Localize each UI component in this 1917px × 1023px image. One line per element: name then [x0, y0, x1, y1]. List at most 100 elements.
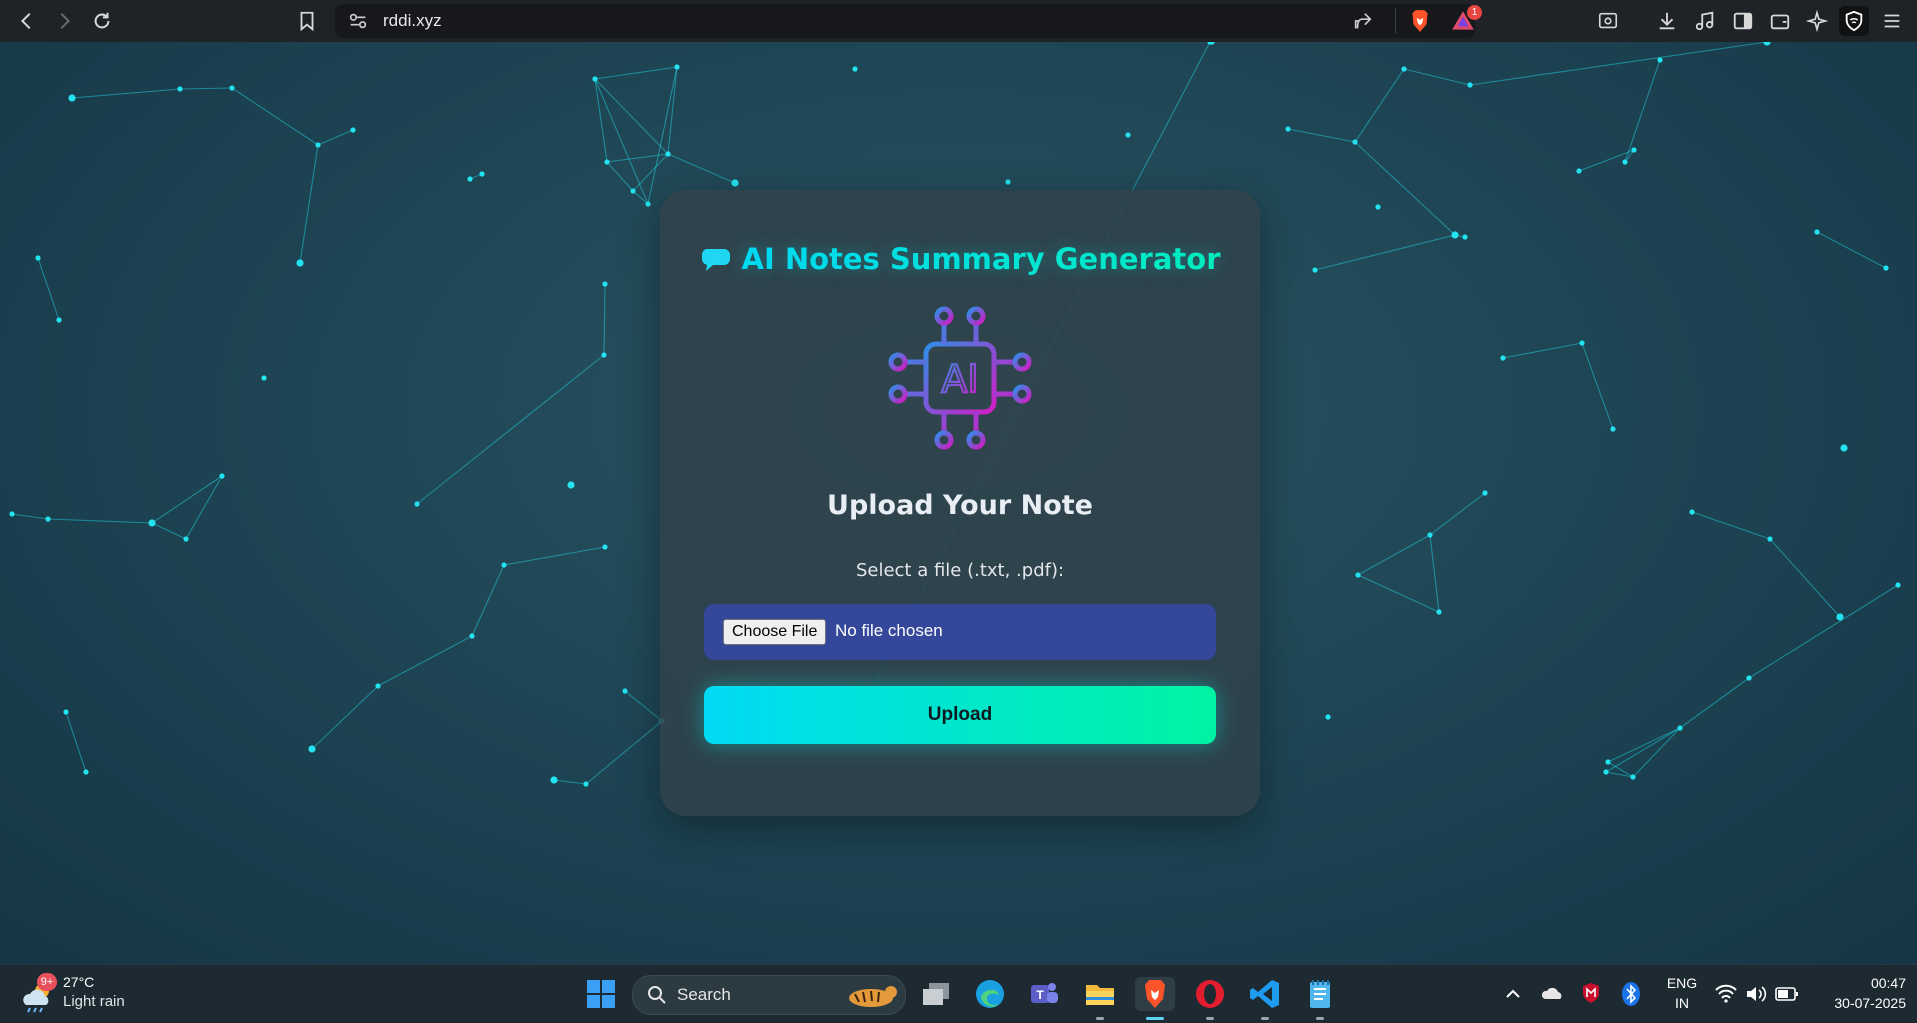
- network-link: [1469, 42, 1768, 86]
- bluetooth-icon: [1622, 982, 1640, 1006]
- vpn-button[interactable]: [1839, 6, 1869, 36]
- network-link: [1287, 128, 1356, 143]
- folder-icon: [1086, 985, 1114, 1005]
- bookmark-button[interactable]: [292, 6, 322, 36]
- leo-ai-button[interactable]: [1802, 6, 1832, 36]
- network-link: [231, 87, 319, 146]
- network-link: [667, 66, 678, 155]
- url-text[interactable]: rddi.xyz: [383, 11, 442, 31]
- mcafee-tray[interactable]: [1580, 977, 1602, 1011]
- back-button[interactable]: [12, 6, 42, 36]
- network-link: [503, 546, 606, 566]
- brave-shields-icon[interactable]: [1407, 8, 1433, 34]
- network-link: [471, 564, 505, 637]
- ai-chip-logo: AI: [888, 306, 1032, 450]
- system-clock[interactable]: 00:47 30-07-2025: [1806, 973, 1906, 1013]
- network-link: [553, 779, 587, 785]
- weather-description[interactable]: Light rain: [63, 993, 125, 1010]
- network-node: [1746, 675, 1752, 681]
- wallet-button[interactable]: [1765, 6, 1795, 36]
- network-node: [63, 709, 69, 715]
- running-indicator: [1206, 1017, 1214, 1020]
- taskbar-brave[interactable]: [1135, 977, 1175, 1011]
- network-link: [1691, 511, 1771, 540]
- network-node: [604, 159, 610, 165]
- input-language[interactable]: ENG IN: [1660, 973, 1704, 1013]
- taskbar-notepad[interactable]: [1303, 977, 1337, 1011]
- music-note-icon: [1695, 11, 1714, 31]
- network-node: [665, 151, 671, 157]
- network-node: [1285, 126, 1291, 132]
- network-link: [179, 87, 233, 90]
- share-icon[interactable]: [1352, 10, 1374, 32]
- onedrive-tray[interactable]: [1540, 977, 1566, 1011]
- taskbar-vscode[interactable]: [1248, 977, 1282, 1011]
- menu-button[interactable]: [1877, 6, 1907, 36]
- bluetooth-tray[interactable]: [1620, 977, 1642, 1011]
- battery-tray[interactable]: [1774, 977, 1800, 1011]
- wifi-icon: [1715, 984, 1737, 1003]
- search-placeholder: Search: [677, 985, 731, 1004]
- network-node: [1355, 572, 1361, 578]
- running-indicator: [1316, 1017, 1324, 1020]
- downloads-button[interactable]: [1652, 6, 1682, 36]
- show-hidden-icons-button[interactable]: [1502, 977, 1524, 1011]
- file-input[interactable]: Choose File No file chosen: [704, 604, 1216, 660]
- taskbar-search[interactable]: Search: [632, 975, 906, 1015]
- network-node: [308, 745, 316, 753]
- weather-temperature[interactable]: 27°C: [63, 974, 94, 990]
- task-view-button[interactable]: [919, 977, 953, 1011]
- network-node: [1436, 609, 1442, 615]
- taskbar-edge[interactable]: [973, 977, 1007, 1011]
- forward-button[interactable]: [49, 6, 79, 36]
- network-link: [1314, 234, 1456, 271]
- network-node: [1763, 42, 1771, 46]
- network-node: [177, 86, 183, 92]
- network-node: [1895, 582, 1901, 588]
- screenshot-button[interactable]: [1593, 6, 1623, 36]
- network-link: [151, 475, 223, 524]
- taskbar-opera[interactable]: [1193, 977, 1227, 1011]
- network-link: [594, 66, 678, 80]
- network-node: [375, 683, 381, 689]
- notification-badge: 1: [1467, 5, 1482, 20]
- media-button[interactable]: [1690, 6, 1720, 36]
- choose-file-button[interactable]: Choose File: [723, 619, 827, 645]
- windows-logo-icon: [587, 980, 615, 1008]
- network-node: [583, 781, 589, 787]
- edge-icon: [976, 980, 1004, 1008]
- taskbar-file-explorer[interactable]: [1083, 977, 1117, 1011]
- network-link: [632, 153, 669, 192]
- network-node: [35, 255, 41, 261]
- network-node: [501, 562, 507, 568]
- network-link: [1354, 141, 1456, 236]
- volume-tray[interactable]: [1744, 977, 1768, 1011]
- page-title: AI Notes Summary Generator: [660, 242, 1260, 276]
- taskbar-teams[interactable]: T: [1027, 977, 1061, 1011]
- network-link: [1624, 59, 1661, 163]
- notepad-icon: [1310, 980, 1330, 1008]
- active-indicator: [1146, 1017, 1164, 1020]
- upload-button[interactable]: Upload: [704, 686, 1216, 744]
- wifi-tray[interactable]: [1714, 977, 1738, 1011]
- site-settings-icon[interactable]: [347, 10, 369, 32]
- network-link: [594, 78, 649, 205]
- network-link: [185, 475, 223, 540]
- reload-button[interactable]: [87, 6, 117, 36]
- chevron-up-icon: [1506, 989, 1520, 998]
- network-node: [1352, 139, 1358, 145]
- address-bar[interactable]: rddi.xyz 1: [335, 4, 1482, 38]
- sidebar-button[interactable]: [1728, 6, 1758, 36]
- network-node: [1427, 532, 1433, 538]
- network-link: [416, 354, 605, 505]
- sparkle-icon: [1806, 10, 1828, 32]
- vscode-icon: [1250, 980, 1279, 1008]
- network-node: [414, 501, 420, 507]
- network-link: [1769, 538, 1841, 618]
- start-button[interactable]: [584, 977, 618, 1011]
- wallet-icon: [1770, 14, 1790, 30]
- network-node: [622, 688, 628, 694]
- network-link: [47, 518, 153, 524]
- brave-rewards-icon[interactable]: 1: [1450, 5, 1482, 34]
- network-link: [647, 66, 678, 205]
